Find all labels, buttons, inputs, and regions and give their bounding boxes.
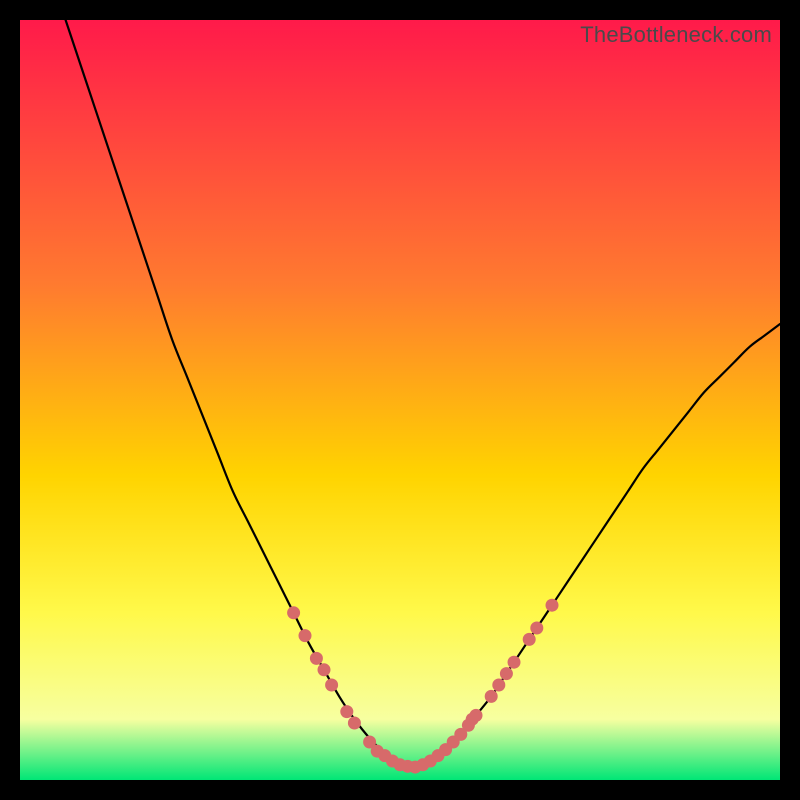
curve-marker bbox=[340, 705, 353, 718]
curve-marker bbox=[546, 599, 559, 612]
curve-marker bbox=[492, 679, 505, 692]
curve-marker bbox=[299, 629, 312, 642]
curve-marker bbox=[500, 667, 513, 680]
curve-marker bbox=[485, 690, 498, 703]
curve-marker bbox=[287, 606, 300, 619]
curve-marker bbox=[530, 622, 543, 635]
curve-marker bbox=[348, 717, 361, 730]
curve-marker bbox=[508, 656, 521, 669]
curve-marker bbox=[523, 633, 536, 646]
curve-marker bbox=[325, 679, 338, 692]
bottleneck-chart bbox=[20, 20, 780, 780]
curve-marker bbox=[318, 663, 331, 676]
gradient-background bbox=[20, 20, 780, 780]
watermark-text: TheBottleneck.com bbox=[580, 22, 772, 48]
curve-marker bbox=[310, 652, 323, 665]
curve-marker bbox=[470, 709, 483, 722]
chart-frame: TheBottleneck.com bbox=[20, 20, 780, 780]
